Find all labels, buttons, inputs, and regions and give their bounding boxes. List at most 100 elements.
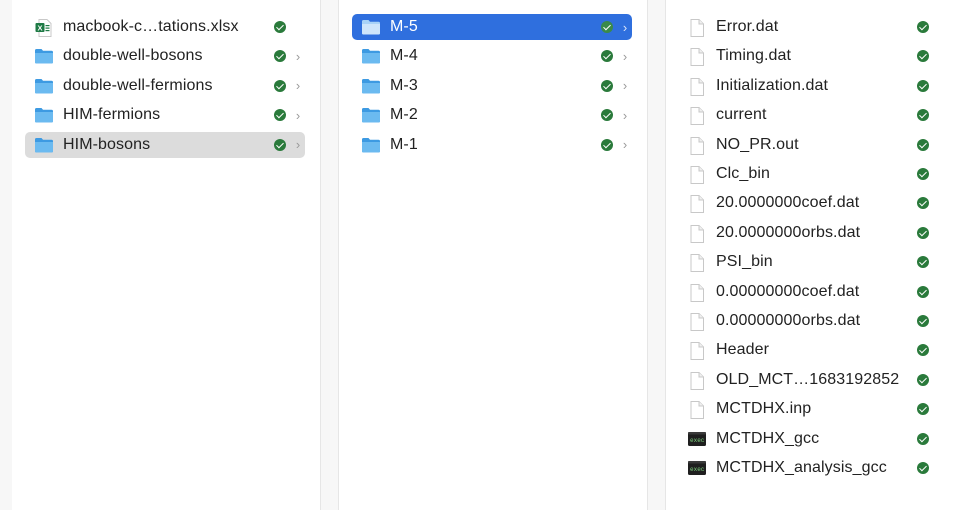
item-label: M-2	[390, 106, 418, 124]
folder-row[interactable]: HIM-fermions ›	[25, 102, 305, 128]
column-divider-2[interactable]	[647, 0, 665, 510]
chevron-right-icon: ›	[295, 137, 301, 153]
item-label: Clc_bin	[716, 165, 771, 182]
item-label: M-3	[390, 76, 418, 94]
item-label: HIM-bosons	[63, 135, 151, 153]
terminal-executable-icon: exec	[687, 459, 707, 477]
document-icon	[687, 194, 707, 214]
file-row[interactable]: Header	[678, 337, 946, 363]
folder-icon	[361, 77, 381, 95]
document-icon	[687, 77, 707, 96]
item-label: 0.00000000orbs.dat	[716, 312, 861, 329]
file-row[interactable]: NO_PR.out	[678, 132, 946, 158]
file-row[interactable]: current	[678, 102, 946, 128]
document-icon	[687, 165, 707, 184]
item-label: MCTDHX_gcc	[716, 429, 820, 447]
file-row[interactable]: PSI_bin	[678, 249, 946, 275]
terminal-executable-icon: exec	[687, 430, 707, 448]
synced-check-icon	[917, 79, 929, 92]
item-label: macbook-c…tations.xlsx	[63, 18, 239, 35]
file-row[interactable]: 0.00000000coef.dat	[678, 279, 946, 305]
chevron-right-icon: ›	[622, 78, 628, 94]
document-icon	[687, 106, 707, 126]
document-icon	[687, 47, 707, 67]
item-label: Error.dat	[716, 18, 779, 35]
file-row[interactable]: 20.0000000coef.dat	[678, 190, 946, 216]
document-icon	[687, 224, 707, 243]
folder-row[interactable]: M-4 ›	[352, 43, 632, 69]
item-label: MCTDHX_analysis_gcc	[716, 459, 887, 476]
item-label: double-well-bosons	[63, 47, 203, 65]
document-icon	[687, 400, 707, 420]
synced-check-icon	[601, 21, 613, 33]
file-row[interactable]: exec MCTDHX_gcc	[678, 426, 946, 452]
synced-check-icon	[917, 50, 929, 63]
synced-check-icon	[917, 285, 929, 298]
folder-icon	[361, 47, 381, 65]
file-row[interactable]: Timing.dat	[678, 43, 946, 69]
synced-check-icon	[601, 79, 613, 92]
file-row[interactable]: 20.0000000orbs.dat	[678, 220, 946, 246]
synced-check-icon	[917, 21, 929, 33]
folder-icon	[361, 136, 381, 154]
synced-check-icon	[274, 79, 286, 92]
column-divider-1[interactable]	[321, 0, 338, 510]
item-label: M-4	[390, 47, 418, 65]
document-icon	[687, 341, 707, 361]
file-row[interactable]: Error.dat	[678, 14, 946, 40]
folder-row[interactable]: M-3 ›	[352, 73, 632, 99]
file-row[interactable]: Initialization.dat	[678, 73, 946, 99]
file-row[interactable]: MCTDHX.inp	[678, 396, 946, 422]
item-label: OLD_MCT…1683192852	[716, 370, 900, 388]
file-row[interactable]: 0.00000000orbs.dat	[678, 308, 946, 334]
item-label: 0.00000000coef.dat	[716, 282, 860, 300]
item-label: 20.0000000orbs.dat	[716, 223, 861, 241]
item-label: 20.0000000coef.dat	[716, 194, 860, 212]
document-icon	[687, 283, 707, 302]
item-label: Timing.dat	[716, 47, 792, 65]
synced-check-icon	[917, 109, 929, 122]
synced-check-icon	[274, 138, 286, 151]
item-label: MCTDHX.inp	[716, 400, 812, 418]
folder-icon	[34, 106, 54, 124]
document-icon	[687, 312, 707, 331]
item-label: PSI_bin	[716, 253, 773, 271]
item-label: M-5	[390, 18, 418, 35]
folder-icon	[34, 47, 54, 65]
item-label: NO_PR.out	[716, 135, 799, 153]
chevron-right-icon: ›	[295, 48, 301, 64]
file-row[interactable]: Clc_bin	[678, 161, 946, 187]
file-row[interactable]: X macbook-c…tations.xlsx	[25, 14, 305, 40]
file-row[interactable]: OLD_MCT…1683192852	[678, 367, 946, 393]
chevron-right-icon: ›	[622, 48, 628, 64]
file-row[interactable]: exec MCTDHX_analysis_gcc	[678, 455, 946, 481]
synced-check-icon	[917, 138, 929, 151]
folder-row[interactable]: double-well-bosons ›	[25, 43, 305, 69]
folder-icon	[34, 77, 54, 95]
synced-check-icon	[917, 197, 929, 210]
chevron-right-icon: ›	[622, 137, 628, 153]
synced-check-icon	[917, 403, 929, 416]
folder-row[interactable]: M-1 ›	[352, 132, 632, 158]
document-icon	[687, 136, 707, 155]
folder-row[interactable]: M-5 ›	[352, 14, 632, 40]
synced-check-icon	[274, 50, 286, 63]
chevron-right-icon: ›	[622, 19, 628, 35]
chevron-right-icon: ›	[295, 78, 301, 94]
synced-check-icon	[917, 432, 929, 445]
document-icon	[687, 253, 707, 273]
synced-check-icon	[274, 21, 286, 33]
folder-row[interactable]: M-2 ›	[352, 102, 632, 128]
synced-check-icon	[601, 50, 613, 63]
excel-file-icon: X	[34, 18, 54, 37]
item-label: Initialization.dat	[716, 76, 829, 94]
document-icon	[687, 371, 707, 390]
folder-row[interactable]: HIM-bosons ›	[25, 131, 305, 158]
synced-check-icon	[917, 256, 929, 269]
item-label: HIM-fermions	[63, 106, 161, 124]
folder-row[interactable]: double-well-fermions ›	[25, 73, 305, 99]
svg-text:exec: exec	[690, 466, 705, 473]
synced-check-icon	[917, 344, 929, 357]
item-label: Header	[716, 341, 770, 359]
document-icon	[687, 18, 707, 37]
